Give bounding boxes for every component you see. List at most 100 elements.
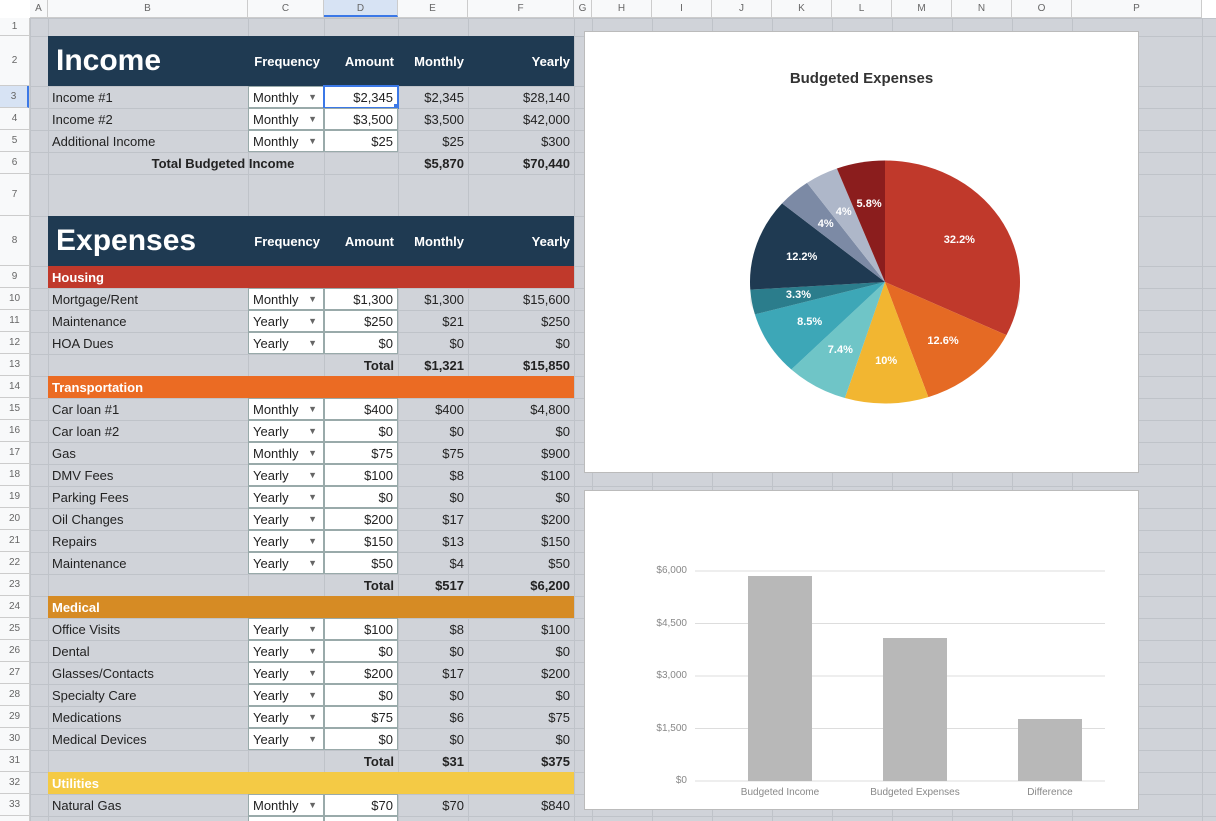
frequency-select[interactable]: Yearly▼: [248, 486, 324, 508]
row-header[interactable]: 25: [0, 618, 29, 640]
dropdown-icon[interactable]: ▼: [308, 492, 319, 502]
amount-input[interactable]: $400: [324, 398, 398, 420]
frequency-select[interactable]: Monthly▼: [248, 442, 324, 464]
amount-input[interactable]: $2,345: [324, 86, 398, 108]
frequency-select[interactable]: Monthly▼: [248, 130, 324, 152]
column-header[interactable]: N: [952, 0, 1012, 17]
amount-input[interactable]: $50: [324, 552, 398, 574]
column-header[interactable]: D: [324, 0, 398, 17]
yearly-value[interactable]: $900: [468, 816, 574, 821]
amount-input[interactable]: $3,500: [324, 108, 398, 130]
dropdown-icon[interactable]: ▼: [308, 712, 319, 722]
monthly-value[interactable]: $0: [398, 684, 468, 706]
frequency-select[interactable]: Monthly▼: [248, 288, 324, 310]
frequency-select[interactable]: Yearly▼: [248, 310, 324, 332]
row-header[interactable]: 18: [0, 464, 29, 486]
row-header[interactable]: 20: [0, 508, 29, 530]
row-header[interactable]: 6: [0, 152, 29, 174]
row-header[interactable]: 33: [0, 794, 29, 816]
column-header[interactable]: O: [1012, 0, 1072, 17]
amount-input[interactable]: $75: [324, 816, 398, 821]
expense-row-name[interactable]: Glasses/Contacts: [48, 662, 248, 684]
expense-row-name[interactable]: Natural Gas: [48, 794, 248, 816]
expense-row-name[interactable]: Dental: [48, 640, 248, 662]
dropdown-icon[interactable]: ▼: [308, 646, 319, 656]
row-header[interactable]: 4: [0, 108, 29, 130]
monthly-value[interactable]: $6: [398, 706, 468, 728]
expense-row-name[interactable]: DMV Fees: [48, 464, 248, 486]
amount-input[interactable]: $0: [324, 332, 398, 354]
yearly-value[interactable]: $4,800: [468, 398, 574, 420]
row-header[interactable]: 10: [0, 288, 29, 310]
yearly-value[interactable]: $0: [468, 486, 574, 508]
frequency-select[interactable]: Yearly▼: [248, 508, 324, 530]
amount-input[interactable]: $100: [324, 464, 398, 486]
dropdown-icon[interactable]: ▼: [308, 294, 319, 304]
row-header[interactable]: 31: [0, 750, 29, 772]
yearly-value[interactable]: $50: [468, 552, 574, 574]
yearly-value[interactable]: $0: [468, 728, 574, 750]
expense-row-name[interactable]: Car loan #2: [48, 420, 248, 442]
row-header[interactable]: 22: [0, 552, 29, 574]
yearly-value[interactable]: $0: [468, 420, 574, 442]
monthly-value[interactable]: $0: [398, 728, 468, 750]
income-row-name[interactable]: Income #1: [48, 86, 248, 108]
expense-row-name[interactable]: Gas: [48, 442, 248, 464]
row-header[interactable]: 1: [0, 18, 29, 36]
dropdown-icon[interactable]: ▼: [308, 404, 319, 414]
amount-input[interactable]: $70: [324, 794, 398, 816]
monthly-value[interactable]: $400: [398, 398, 468, 420]
expense-row-name[interactable]: Medications: [48, 706, 248, 728]
frequency-select[interactable]: Yearly▼: [248, 530, 324, 552]
row-header[interactable]: 26: [0, 640, 29, 662]
column-header[interactable]: C: [248, 0, 324, 17]
expense-row-name[interactable]: HOA Dues: [48, 332, 248, 354]
income-row-name[interactable]: Additional Income: [48, 130, 248, 152]
row-header[interactable]: 23: [0, 574, 29, 596]
frequency-select[interactable]: Monthly▼: [248, 398, 324, 420]
row-header[interactable]: 11: [0, 310, 29, 332]
expense-row-name[interactable]: Parking Fees: [48, 486, 248, 508]
yearly-value[interactable]: $150: [468, 530, 574, 552]
frequency-select[interactable]: Yearly▼: [248, 640, 324, 662]
category-header[interactable]: Housing: [48, 266, 574, 288]
row-header[interactable]: 30: [0, 728, 29, 750]
frequency-select[interactable]: Yearly▼: [248, 420, 324, 442]
dropdown-icon[interactable]: ▼: [308, 514, 319, 524]
monthly-value[interactable]: $8: [398, 618, 468, 640]
column-header[interactable]: F: [468, 0, 574, 17]
row-header[interactable]: 9: [0, 266, 29, 288]
yearly-value[interactable]: $300: [468, 130, 574, 152]
amount-input[interactable]: $0: [324, 728, 398, 750]
expense-row-name[interactable]: Repairs: [48, 530, 248, 552]
amount-input[interactable]: $1,300: [324, 288, 398, 310]
row-header[interactable]: 2: [0, 36, 29, 86]
monthly-value[interactable]: $0: [398, 420, 468, 442]
chart-budgeted-expenses[interactable]: Budgeted Expenses 32.2%12.6%10%7.4%8.5%3…: [584, 31, 1139, 473]
yearly-value[interactable]: $840: [468, 794, 574, 816]
chart-income-expenses[interactable]: $0$1,500$3,000$4,500$6,000Budgeted Incom…: [584, 490, 1139, 810]
dropdown-icon[interactable]: ▼: [308, 92, 319, 102]
frequency-select[interactable]: Yearly▼: [248, 464, 324, 486]
row-header[interactable]: 3: [0, 86, 29, 108]
dropdown-icon[interactable]: ▼: [308, 624, 319, 634]
monthly-value[interactable]: $70: [398, 794, 468, 816]
yearly-value[interactable]: $0: [468, 684, 574, 706]
expense-row-name[interactable]: Medical Devices: [48, 728, 248, 750]
yearly-value[interactable]: $100: [468, 618, 574, 640]
dropdown-icon[interactable]: ▼: [308, 800, 319, 810]
amount-input[interactable]: $25: [324, 130, 398, 152]
row-header[interactable]: 21: [0, 530, 29, 552]
row-header[interactable]: 24: [0, 596, 29, 618]
monthly-value[interactable]: $75: [398, 442, 468, 464]
column-header[interactable]: E: [398, 0, 468, 17]
row-header[interactable]: 15: [0, 398, 29, 420]
yearly-value[interactable]: $0: [468, 332, 574, 354]
amount-input[interactable]: $150: [324, 530, 398, 552]
column-header[interactable]: G: [574, 0, 592, 17]
expense-row-name[interactable]: Car loan #1: [48, 398, 248, 420]
monthly-value[interactable]: $0: [398, 640, 468, 662]
amount-input[interactable]: $100: [324, 618, 398, 640]
yearly-value[interactable]: $0: [468, 640, 574, 662]
amount-input[interactable]: $0: [324, 420, 398, 442]
